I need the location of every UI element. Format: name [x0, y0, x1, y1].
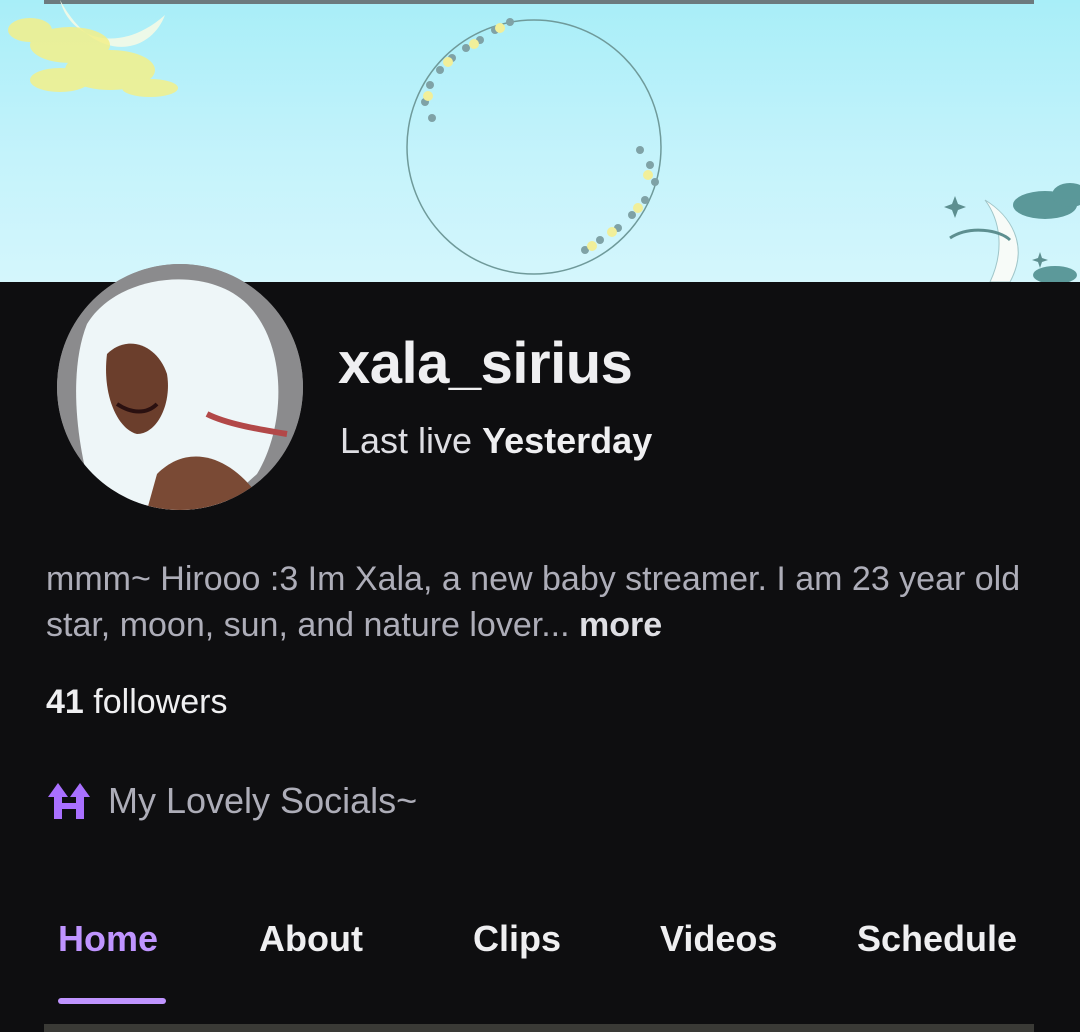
content-preview-edge [44, 1024, 1034, 1032]
banner-artwork [8, 0, 1080, 282]
avatar-image [57, 264, 303, 510]
active-tab-indicator [58, 998, 166, 1004]
channel-bio: mmm~ Hirooo :3 Im Xala, a new baby strea… [46, 556, 1046, 648]
socials-link[interactable]: My Lovely Socials~ [46, 780, 417, 822]
last-live-status: Last live Yesterday [340, 420, 652, 462]
linktree-icon [48, 783, 90, 819]
channel-page: xala_sirius Last live Yesterday mmm~ Hir… [0, 0, 1080, 1032]
follower-count: 41 followers [46, 683, 227, 722]
tab-clips[interactable]: Clips [473, 918, 561, 960]
follower-count-label: followers [93, 683, 228, 721]
tab-schedule[interactable]: Schedule [857, 918, 1017, 960]
channel-tabs: Home About Clips Videos Schedule [0, 918, 1080, 1008]
follower-count-number: 41 [46, 683, 84, 721]
tab-videos[interactable]: Videos [660, 918, 777, 960]
channel-banner [0, 0, 1080, 282]
channel-username: xala_sirius [338, 331, 633, 396]
tab-home[interactable]: Home [58, 918, 158, 960]
channel-avatar[interactable] [57, 264, 303, 510]
socials-label: My Lovely Socials~ [108, 780, 418, 821]
bio-more-link[interactable]: more [579, 606, 662, 644]
bio-text: mmm~ Hirooo :3 Im Xala, a new baby strea… [46, 560, 1021, 644]
tab-about[interactable]: About [259, 918, 363, 960]
last-live-value: Yesterday [482, 420, 653, 461]
last-live-label: Last live [340, 420, 473, 461]
